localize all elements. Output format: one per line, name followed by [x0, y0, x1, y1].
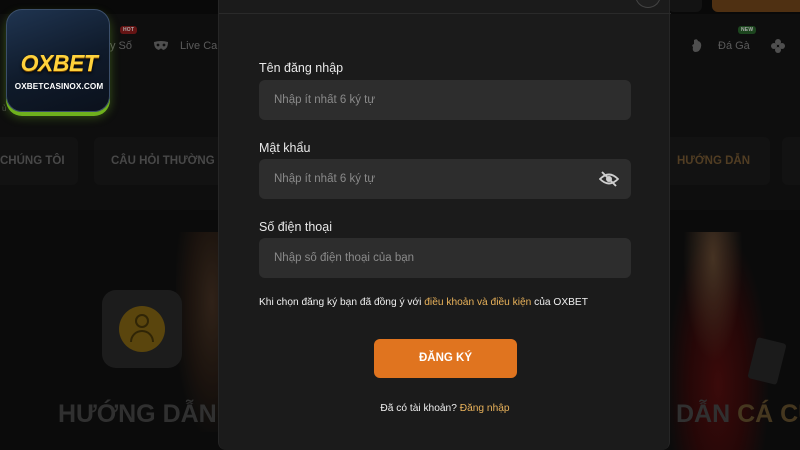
- modal-header-divider: [219, 13, 671, 14]
- password-label: Mật khẩu: [259, 141, 311, 155]
- password-input[interactable]: [259, 159, 631, 199]
- logo-bet: BET: [52, 50, 98, 76]
- username-label: Tên đăng nhập: [259, 61, 344, 75]
- register-button[interactable]: ĐĂNG KÝ: [374, 339, 517, 378]
- terms-prefix: Khi chọn đăng ký bạn đã đồng ý với: [259, 297, 425, 308]
- logo-domain: OXBETCASINOX.COM: [14, 82, 104, 91]
- logo-wordmark: OXBET: [13, 50, 105, 77]
- terms-link[interactable]: điều khoản và điều kiện: [424, 297, 531, 308]
- register-modal: Tên đăng nhập Mật khẩu Số điện thoại Khi…: [218, 0, 671, 450]
- phone-field-wrap: [259, 238, 631, 278]
- terms-suffix: của OXBET: [531, 297, 588, 308]
- password-field-wrap: [259, 159, 631, 199]
- have-account-text: Đã có tài khoản?: [380, 403, 460, 414]
- site-logo: OXBET OXBETCASINOX.COM: [6, 9, 110, 112]
- phone-input[interactable]: [259, 238, 631, 278]
- logo-ox: OX: [20, 50, 54, 76]
- eye-off-icon[interactable]: [598, 170, 620, 188]
- username-input[interactable]: [259, 80, 631, 120]
- login-prompt: Đã có tài khoản? Đăng nhập: [219, 403, 671, 414]
- login-link[interactable]: Đăng nhập: [460, 403, 510, 414]
- terms-notice: Khi chọn đăng ký bạn đã đồng ý với điều …: [259, 297, 588, 308]
- phone-label: Số điện thoại: [259, 220, 332, 234]
- username-field-wrap: [259, 80, 631, 120]
- close-icon[interactable]: [635, 0, 661, 8]
